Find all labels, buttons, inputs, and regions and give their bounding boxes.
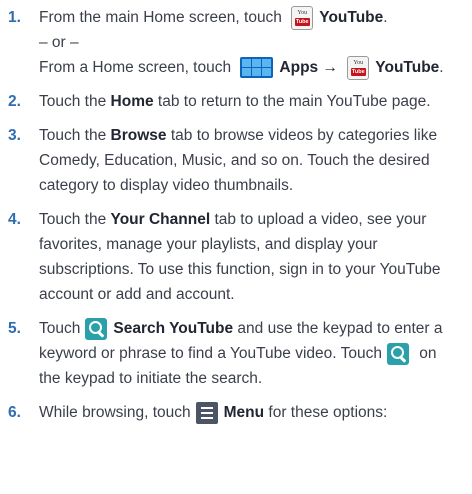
step-text: keyword or phrase to find a YouTube vide… xyxy=(39,345,382,362)
step-2: 2. Touch the Home tab to return to the m… xyxy=(8,89,472,114)
step-body: Touch the Home tab to return to the main… xyxy=(39,89,459,114)
step-text: favorites, manage your playlists, and di… xyxy=(39,236,378,253)
search-icon xyxy=(386,342,409,365)
step-text: From the main Home screen, touch xyxy=(39,9,282,26)
step-text: tab to return to the main YouTube page. xyxy=(153,93,431,110)
menu-label: Menu xyxy=(223,404,265,421)
step-text: Comedy, Education, Music, and so on. Tou… xyxy=(39,152,430,169)
youtube-icon-label: Tube xyxy=(350,67,366,76)
or-separator: – or – xyxy=(39,34,79,51)
step-4: 4. Touch the Your Channel tab to upload … xyxy=(8,207,472,307)
step-number: 3. xyxy=(8,127,21,144)
step-number: 4. xyxy=(8,211,21,228)
step-text: tab to browse videos by categories like xyxy=(166,127,438,144)
step-number: 1. xyxy=(8,9,21,26)
step-text: the keypad to initiate the search. xyxy=(39,370,263,387)
your-channel-tab-label: Your Channel xyxy=(110,211,211,228)
step-body: Touch Search YouTube and use the keypad t… xyxy=(39,316,459,391)
menu-icon xyxy=(195,401,218,424)
youtube-label: YouTube xyxy=(319,9,384,26)
step-body: From the main Home screen, touch You Tub… xyxy=(39,5,459,80)
step-text: . xyxy=(383,9,388,26)
step-body: Touch the Browse tab to browse videos by… xyxy=(39,123,459,198)
step-text: tab to upload a video, see your xyxy=(210,211,427,228)
youtube-icon: You Tube xyxy=(347,55,370,80)
step-text: and use the keypad to enter a xyxy=(233,320,443,337)
home-tab-label: Home xyxy=(110,93,154,110)
apps-label: Apps xyxy=(279,59,319,76)
step-body: Touch the Your Channel tab to upload a v… xyxy=(39,207,459,307)
step-text: From a Home screen, touch xyxy=(39,59,232,76)
arrow-glyph: → xyxy=(322,59,338,76)
step-text: category to display video thumbnails. xyxy=(39,177,294,194)
youtube-icon-label: Tube xyxy=(294,17,310,26)
step-text: on xyxy=(414,345,437,362)
step-5: 5. Touch Search YouTube and use the keypa… xyxy=(8,316,472,391)
apps-grid-icon xyxy=(240,57,274,79)
youtube-icon: You Tube xyxy=(291,5,314,30)
step-text: subscriptions. To use this function, sig… xyxy=(39,261,441,278)
youtube-icon-label: You xyxy=(353,59,364,66)
step-text: for these options: xyxy=(264,404,388,421)
instruction-list: 1. From the main Home screen, touch You … xyxy=(0,0,472,425)
step-text: While browsing, touch xyxy=(39,404,191,421)
step-text: Touch the xyxy=(39,93,111,110)
step-text: account or add and account. xyxy=(39,286,235,303)
step-text: . xyxy=(439,59,444,76)
step-3: 3. Touch the Browse tab to browse videos… xyxy=(8,123,472,198)
step-1: 1. From the main Home screen, touch You … xyxy=(8,5,472,80)
step-text: Touch the xyxy=(39,127,111,144)
step-number: 2. xyxy=(8,93,21,110)
search-icon xyxy=(85,317,108,340)
step-6: 6. While browsing, touch Menu for these o… xyxy=(8,400,472,425)
browse-tab-label: Browse xyxy=(110,127,167,144)
youtube-label: YouTube xyxy=(375,59,440,76)
step-body: While browsing, touch Menu for these opti… xyxy=(39,400,459,425)
step-number: 6. xyxy=(8,404,21,421)
step-number: 5. xyxy=(8,320,21,337)
step-text: Touch xyxy=(39,320,81,337)
search-youtube-label: Search YouTube xyxy=(113,320,234,337)
step-text: Touch the xyxy=(39,211,111,228)
youtube-icon-label: You xyxy=(297,9,308,16)
